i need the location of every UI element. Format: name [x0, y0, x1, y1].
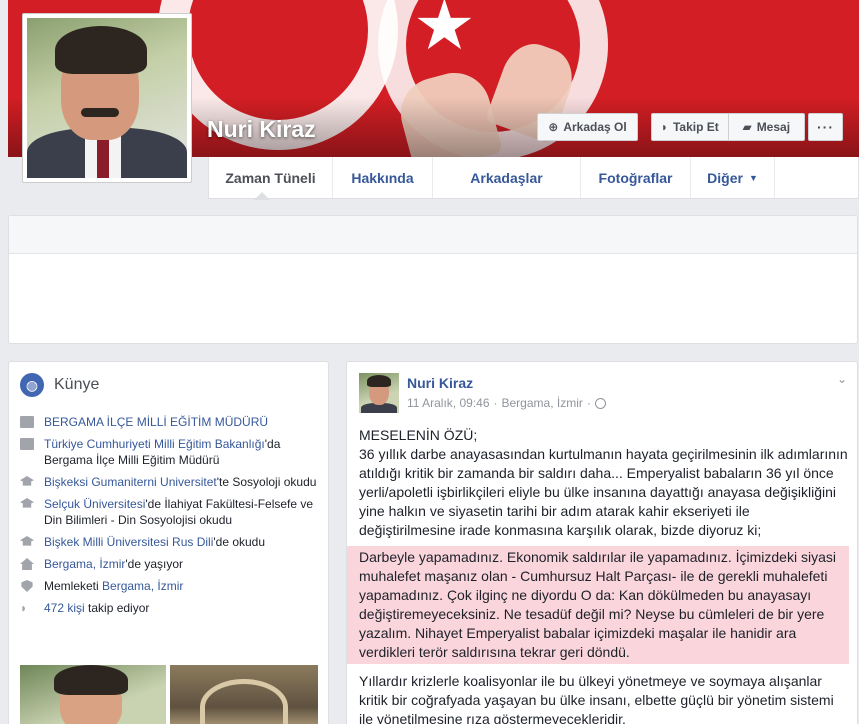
public-globe-icon[interactable] — [594, 397, 606, 409]
add-friend-button[interactable]: ⊕ Arkadaş Ol — [537, 113, 638, 141]
photo-thumbnail[interactable] — [20, 665, 166, 724]
intro-link[interactable]: 472 kişi — [44, 601, 85, 615]
intro-list: BERGAMA İLÇE MİLLİ EĞİTİM MÜDÜRÜ Türkiye… — [20, 414, 320, 622]
tab-about[interactable]: Hakkında — [333, 157, 433, 198]
post-author[interactable]: Nuri Kiraz — [407, 375, 473, 391]
add-friend-label: Arkadaş Ol — [563, 120, 627, 134]
profile-picture[interactable] — [22, 13, 192, 183]
intro-row-education: Bişkeksi Gumaniterni Universitet'te Sosy… — [20, 474, 320, 490]
intro-link[interactable]: Bergama, İzmir — [44, 557, 125, 571]
intro-text: 'de okudu — [213, 535, 266, 549]
tab-friends[interactable]: Arkadaşlar — [433, 157, 581, 198]
post-paragraph: MESELENİN ÖZÜ; — [359, 427, 478, 443]
intro-row-work: Türkiye Cumhuriyeti Milli Eğitim Bakanlı… — [20, 436, 320, 468]
home-icon — [20, 558, 34, 570]
intro-text: 'de yaşıyor — [125, 557, 184, 571]
location-pin-icon — [21, 580, 33, 592]
graduation-cap-icon — [20, 536, 34, 546]
tab-photos[interactable]: Fotoğraflar — [581, 157, 691, 198]
intro-link[interactable]: Selçuk Üniversitesi — [44, 497, 145, 511]
blank-content-box — [8, 215, 858, 344]
intro-header: ◍ Künye — [20, 373, 99, 397]
briefcase-icon — [20, 416, 34, 428]
tab-about-label: Hakkında — [351, 169, 414, 186]
intro-title: Künye — [54, 376, 100, 393]
intro-row-lives-in: Bergama, İzmir'de yaşıyor — [20, 556, 320, 572]
follow-button[interactable]: ◗ Takip Et — [652, 114, 728, 140]
intro-row-hometown: Memleketi Bergama, İzmir — [20, 578, 320, 594]
rss-icon: ◗ — [660, 120, 668, 134]
intro-row-work: BERGAMA İLÇE MİLLİ EĞİTİM MÜDÜRÜ — [20, 414, 320, 430]
rss-icon: ◗ — [20, 601, 28, 615]
meta-separator: · — [493, 396, 498, 410]
message-icon: ▰ — [742, 120, 752, 134]
tab-photos-label: Fotoğraflar — [598, 169, 673, 186]
profile-photo-image — [27, 18, 187, 178]
post-body: MESELENİN ÖZÜ; 36 yıllık darbe anayasası… — [347, 426, 849, 724]
briefcase-icon — [20, 438, 34, 450]
intro-row-education: Selçuk Üniversitesi'de İlahiyat Fakültes… — [20, 496, 320, 528]
intro-link[interactable]: BERGAMA İLÇE MİLLİ EĞİTİM MÜDÜRÜ — [44, 415, 268, 429]
avatar[interactable] — [359, 373, 399, 413]
intro-row-followers: ◗ 472 kişi takip ediyor — [20, 600, 320, 616]
globe-icon: ◍ — [20, 373, 44, 397]
add-friend-icon: ⊕ — [548, 120, 559, 134]
follow-message-group: ◗ Takip Et ▰ Mesaj — [651, 113, 805, 141]
message-button[interactable]: ▰ Mesaj — [727, 114, 805, 140]
intro-link[interactable]: Bişkeksi Gumaniterni Universitet — [44, 475, 217, 489]
post-date[interactable]: 11 Aralık, 09:46 — [407, 396, 490, 410]
tab-friends-label: Arkadaşlar — [470, 169, 543, 186]
intro-link[interactable]: Bergama, İzmir — [102, 579, 183, 593]
post-paragraph: 36 yıllık darbe anayasasından kurtulmanı… — [359, 446, 848, 538]
profile-nav-bar: Zaman Tüneli Hakkında Arkadaşlar Fotoğra… — [208, 157, 859, 199]
intro-link[interactable]: Türkiye Cumhuriyeti Milli Eğitim Bakanlı… — [44, 437, 265, 451]
post-location[interactable]: Bergama, İzmir — [502, 396, 583, 410]
profile-name[interactable]: Nuri Kiraz — [207, 116, 316, 143]
post-card: Nuri Kiraz 11 Aralık, 09:46 · Bergama, İ… — [346, 361, 858, 724]
intro-card: ◍ Künye BERGAMA İLÇE MİLLİ EĞİTİM MÜDÜRÜ… — [8, 361, 329, 724]
intro-link[interactable]: Bişkek Milli Üniversitesi Rus Dili — [44, 535, 213, 549]
blank-content-box-header — [9, 216, 857, 254]
tab-timeline[interactable]: Zaman Tüneli — [209, 157, 333, 198]
intro-photos — [20, 665, 318, 724]
post-highlight-text: Darbeyle yapamadınız. Ekonomik saldırıla… — [359, 549, 836, 660]
caret-down-icon: ▼ — [748, 172, 758, 183]
chevron-down-icon[interactable]: ⌄ — [837, 372, 847, 386]
tab-more-label: Diğer — [707, 169, 743, 186]
intro-text: takip ediyor — [84, 601, 150, 615]
more-options-button[interactable]: ··· — [808, 113, 843, 141]
active-tab-indicator — [254, 192, 270, 200]
intro-prefix: Memleketi — [44, 579, 103, 593]
intro-text: 'te Sosyoloji okudu — [216, 475, 317, 489]
photo-thumbnail[interactable] — [170, 665, 318, 724]
graduation-cap-icon — [20, 498, 34, 508]
tab-more[interactable]: Diğer ▼ — [691, 157, 775, 198]
graduation-cap-icon — [20, 476, 34, 486]
tab-timeline-label: Zaman Tüneli — [225, 169, 316, 186]
post-meta: 11 Aralık, 09:46 · Bergama, İzmir · — [407, 396, 606, 410]
post-highlight-block: Darbeyle yapamadınız. Ekonomik saldırıla… — [347, 546, 849, 664]
meta-separator: · — [586, 396, 591, 410]
post-paragraph: Yıllardır krizlerle koalisyonlar ile bu … — [359, 673, 834, 724]
intro-row-education: Bişkek Milli Üniversitesi Rus Dili'de ok… — [20, 534, 320, 550]
message-label: Mesaj — [756, 120, 791, 134]
follow-label: Takip Et — [672, 120, 719, 134]
star-icon: ★ — [413, 0, 476, 64]
